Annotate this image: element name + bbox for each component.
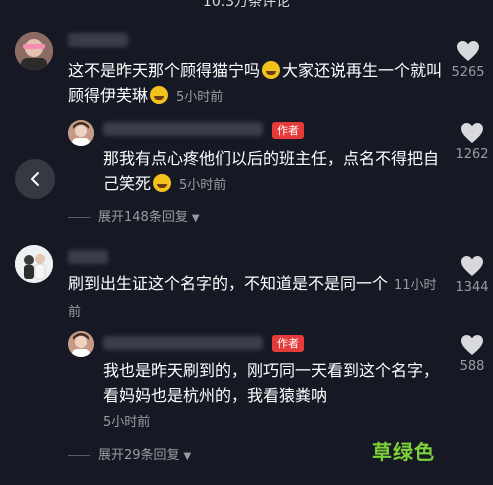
- avatar[interactable]: [15, 32, 53, 70]
- laughing-emoji-icon: [262, 61, 281, 79]
- username-redacted[interactable]: [68, 250, 108, 264]
- like-count: 1344: [455, 280, 489, 295]
- watermark: 草绿色: [372, 440, 435, 464]
- reply-text: 我也是昨天刷到的，刚巧同一天看到这个名字，看妈妈也是杭州的，我看猿粪呐 5小时前: [103, 361, 440, 430]
- like-count: 588: [459, 359, 485, 374]
- back-button[interactable]: [15, 159, 55, 199]
- like-button[interactable]: 1344: [447, 255, 493, 295]
- chevron-left-icon: [31, 172, 39, 186]
- comment-text: 这不是昨天那个顾得猫宁吗 大家还说再生一个就叫顾得伊芙琳 5小时前: [68, 61, 443, 105]
- expand-replies-button[interactable]: 展开148条回复 ▼: [68, 206, 200, 225]
- like-count: 5265: [451, 65, 485, 80]
- author-badge: 作者: [272, 122, 304, 139]
- username-redacted[interactable]: [103, 122, 263, 136]
- like-count: 1262: [455, 147, 489, 162]
- like-button[interactable]: 588: [447, 334, 493, 374]
- divider: [68, 217, 90, 218]
- author-badge: 作者: [272, 335, 304, 352]
- laughing-emoji-icon: [153, 174, 172, 192]
- reply-text: 那我有点心疼他们以后的班主任，点名不得把自己笑死 5小时前: [103, 149, 440, 193]
- avatar[interactable]: [68, 331, 94, 357]
- like-button[interactable]: 5265: [443, 40, 493, 80]
- heart-icon[interactable]: [460, 255, 484, 277]
- comment-time: 5小时前: [176, 90, 224, 105]
- avatar[interactable]: [15, 245, 53, 283]
- comments-header: 10.3万条评论: [0, 0, 493, 14]
- like-button[interactable]: 1262: [447, 122, 493, 162]
- username-redacted[interactable]: [103, 336, 263, 350]
- laughing-emoji-icon: [150, 86, 169, 104]
- username-redacted[interactable]: [68, 33, 128, 47]
- heart-icon[interactable]: [460, 122, 484, 144]
- expand-replies-button[interactable]: 展开29条回复 ▼: [68, 444, 191, 463]
- heart-icon[interactable]: [456, 40, 480, 62]
- comment-count-title: 10.3万条评论: [202, 0, 291, 10]
- caret-down-icon: ▼: [183, 451, 192, 462]
- divider: [68, 455, 90, 456]
- avatar[interactable]: [68, 120, 94, 146]
- comment-text: 刷到出生证这个名字的，不知道是不是同一个 11小时前: [68, 274, 437, 320]
- heart-icon[interactable]: [460, 334, 484, 356]
- reply-time: 5小时前: [103, 415, 151, 430]
- reply-time: 5小时前: [179, 178, 227, 193]
- caret-down-icon: ▼: [191, 213, 200, 224]
